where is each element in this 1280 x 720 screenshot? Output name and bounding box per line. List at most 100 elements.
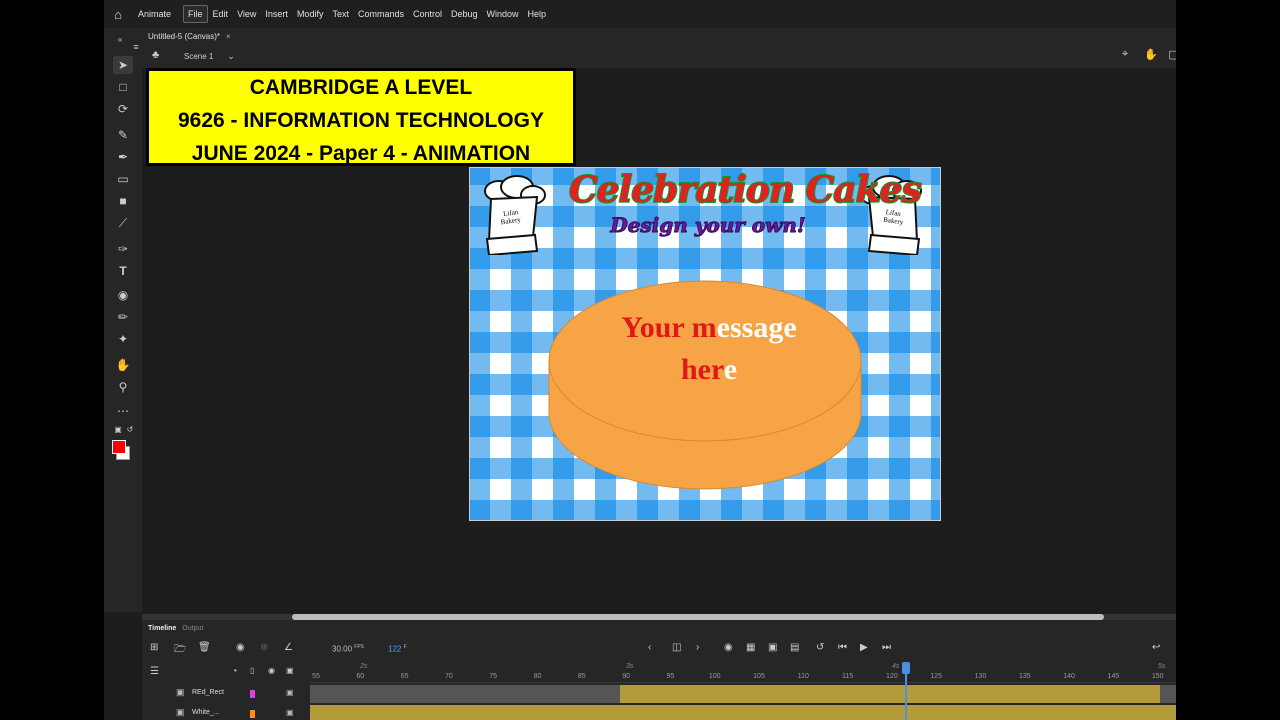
- step-forward-icon[interactable]: ⏭: [882, 642, 891, 653]
- menu-edit[interactable]: Edit: [209, 6, 233, 22]
- fps-unit: FPS: [354, 644, 364, 650]
- edit-multiple-frames-icon[interactable]: ▦: [746, 642, 755, 653]
- return-icon[interactable]: ↩: [1152, 642, 1160, 653]
- current-frame-display[interactable]: 122 F: [388, 644, 407, 654]
- paint-brush-tool-icon[interactable]: ✎: [113, 126, 133, 144]
- layers-icon[interactable]: ☰: [150, 666, 159, 677]
- insert-keyframe-icon[interactable]: ◫: [672, 642, 681, 653]
- layer-lock-icon[interactable]: ▣: [286, 688, 294, 697]
- scene-bar: ♣ Scene 1 ⌄ ⌖ ✋ ▢: [142, 44, 1176, 68]
- rotate-stage-icon[interactable]: ✋: [1144, 48, 1158, 61]
- loop-icon[interactable]: ↺: [816, 642, 824, 653]
- layer-header: ☰ • ▯ ◉ ▣: [142, 662, 310, 682]
- menu-commands[interactable]: Commands: [354, 6, 408, 22]
- create-tween-icon[interactable]: ▣: [768, 642, 777, 653]
- hand-tool-icon[interactable]: ✋: [113, 356, 133, 374]
- menu-file[interactable]: File: [183, 5, 208, 23]
- zoom-tool-icon[interactable]: ⚲: [113, 378, 133, 396]
- layer-type-icon: ▣: [176, 687, 185, 697]
- lasso-tool-icon[interactable]: ⟳: [113, 100, 133, 118]
- layer-frames-track[interactable]: [310, 705, 1176, 720]
- home-icon[interactable]: ⌂: [104, 0, 132, 28]
- outline-icon[interactable]: ▯: [250, 666, 254, 675]
- document-tab-title: Untitled-5 (Canvas)*: [148, 31, 221, 41]
- layer-color-swatch[interactable]: [250, 710, 255, 718]
- play-icon[interactable]: ▶: [860, 642, 868, 653]
- swap-colors-icon[interactable]: ↺: [120, 420, 140, 438]
- layer-name[interactable]: REd_Rect: [192, 689, 224, 696]
- chevron-down-icon[interactable]: ⌄: [227, 51, 235, 62]
- menu-modify[interactable]: Modify: [293, 6, 328, 22]
- ruler-tick-label: 75: [489, 673, 498, 680]
- layer-frames-track[interactable]: [310, 685, 1176, 703]
- ruler-tick-label: 110: [797, 673, 809, 680]
- graph-icon[interactable]: ∠: [284, 642, 293, 653]
- brush-tool-icon[interactable]: ✒: [113, 148, 133, 166]
- ruler-tick-label: 100: [708, 673, 721, 680]
- more-tools-icon[interactable]: ⋯: [113, 402, 133, 420]
- insert-frame-icon[interactable]: ▤: [790, 642, 799, 653]
- delete-layer-icon[interactable]: 🗑: [198, 642, 211, 653]
- stage-canvas[interactable]: Lifan Bakery Lifan Bakery Celebration Ca…: [469, 167, 941, 521]
- text-tool-icon[interactable]: T: [113, 262, 133, 280]
- ruler-tick-label: 55: [312, 673, 320, 680]
- center-stage-icon[interactable]: ⌖: [1122, 48, 1128, 61]
- lock-icon[interactable]: ▣: [286, 666, 294, 675]
- layer-color-swatch[interactable]: [250, 690, 255, 698]
- new-layer-icon[interactable]: ⊞: [150, 642, 158, 653]
- ruler-tick-label: 145: [1107, 673, 1120, 680]
- menu-view[interactable]: View: [233, 6, 260, 22]
- selection-tool-icon[interactable]: ➤: [113, 56, 133, 74]
- paint-bucket-tool-icon[interactable]: ◉: [113, 286, 133, 304]
- menu-help[interactable]: Help: [524, 6, 551, 22]
- layer-row[interactable]: ▣ REd_Rect ▣: [142, 685, 310, 704]
- tools-panel: « ≡ ➤ □ ⟳ ✎ ✒ ▭ ■ ⟋ ✑ T ◉ ✏ ✦ ✋ ⚲ ⋯ ▣ ↺: [104, 28, 142, 612]
- layer-lock-icon[interactable]: ▣: [286, 708, 294, 717]
- scene-name[interactable]: Scene 1: [184, 52, 213, 61]
- menu-text[interactable]: Text: [328, 6, 353, 22]
- new-folder-icon[interactable]: 🗁: [174, 642, 186, 659]
- line-tool-icon[interactable]: ⟋: [113, 214, 133, 232]
- frame-span[interactable]: [310, 705, 1176, 720]
- ruler-tick-label: 125: [930, 673, 943, 680]
- eraser-tool-icon[interactable]: ▭: [113, 170, 133, 188]
- pin-tool-icon[interactable]: ✦: [113, 330, 133, 348]
- highlight-layer-icon[interactable]: •: [234, 666, 237, 675]
- onion-skin-icon[interactable]: ◉: [724, 642, 733, 653]
- document-tabs: Untitled-5 (Canvas)* ×: [142, 28, 1176, 44]
- menu-insert[interactable]: Insert: [261, 6, 292, 22]
- next-keyframe-icon[interactable]: ›: [696, 642, 699, 653]
- playhead[interactable]: [902, 662, 910, 720]
- menu-control[interactable]: Control: [409, 6, 446, 22]
- rectangle-tool-icon[interactable]: ■: [113, 192, 133, 210]
- tab-timeline[interactable]: Timeline: [148, 625, 176, 632]
- pen-tool-icon[interactable]: ✑: [113, 240, 133, 258]
- clip-stage-icon[interactable]: ▢: [1168, 48, 1176, 61]
- title-banner: CAMBRIDGE A LEVEL 9626 - INFORMATION TEC…: [146, 68, 576, 166]
- camera-icon[interactable]: ◉: [236, 642, 245, 653]
- edit-symbol-icon[interactable]: ♣: [152, 49, 159, 61]
- stroke-color-swatch[interactable]: [112, 440, 126, 454]
- close-tab-icon[interactable]: ×: [226, 32, 231, 41]
- current-frame-value[interactable]: 122: [388, 645, 401, 654]
- ruler-tick-label: 60: [356, 673, 365, 680]
- free-transform-tool-icon[interactable]: □: [113, 78, 133, 96]
- visibility-icon[interactable]: ◉: [268, 666, 275, 675]
- menu-debug[interactable]: Debug: [447, 6, 482, 22]
- tab-output[interactable]: Output: [182, 625, 203, 632]
- layer-row[interactable]: ▣ White_... ▣: [142, 705, 310, 720]
- playhead-handle[interactable]: [902, 662, 910, 674]
- banner-line-1: CAMBRIDGE A LEVEL: [249, 76, 473, 99]
- ruler-second-label: 4s: [892, 663, 900, 670]
- tween-span[interactable]: [620, 685, 1160, 703]
- layer-name[interactable]: White_...: [192, 709, 220, 716]
- fps-value[interactable]: 30.00: [332, 645, 352, 654]
- frame-ruler[interactable]: 55 60 65 70 75 80 85 90 95 100 105 110 115 120 125 130 1…: [310, 662, 1176, 683]
- step-back-icon[interactable]: ⏮: [838, 642, 847, 653]
- document-tab[interactable]: Untitled-5 (Canvas)* ×: [142, 32, 237, 41]
- eyedropper-tool-icon[interactable]: ✏: [113, 308, 133, 326]
- previous-keyframe-icon[interactable]: ‹: [648, 642, 651, 653]
- fps-display[interactable]: 30.00 FPS: [332, 644, 364, 654]
- menu-window[interactable]: Window: [483, 6, 523, 22]
- layer-parenting-icon[interactable]: ⊛: [260, 642, 268, 653]
